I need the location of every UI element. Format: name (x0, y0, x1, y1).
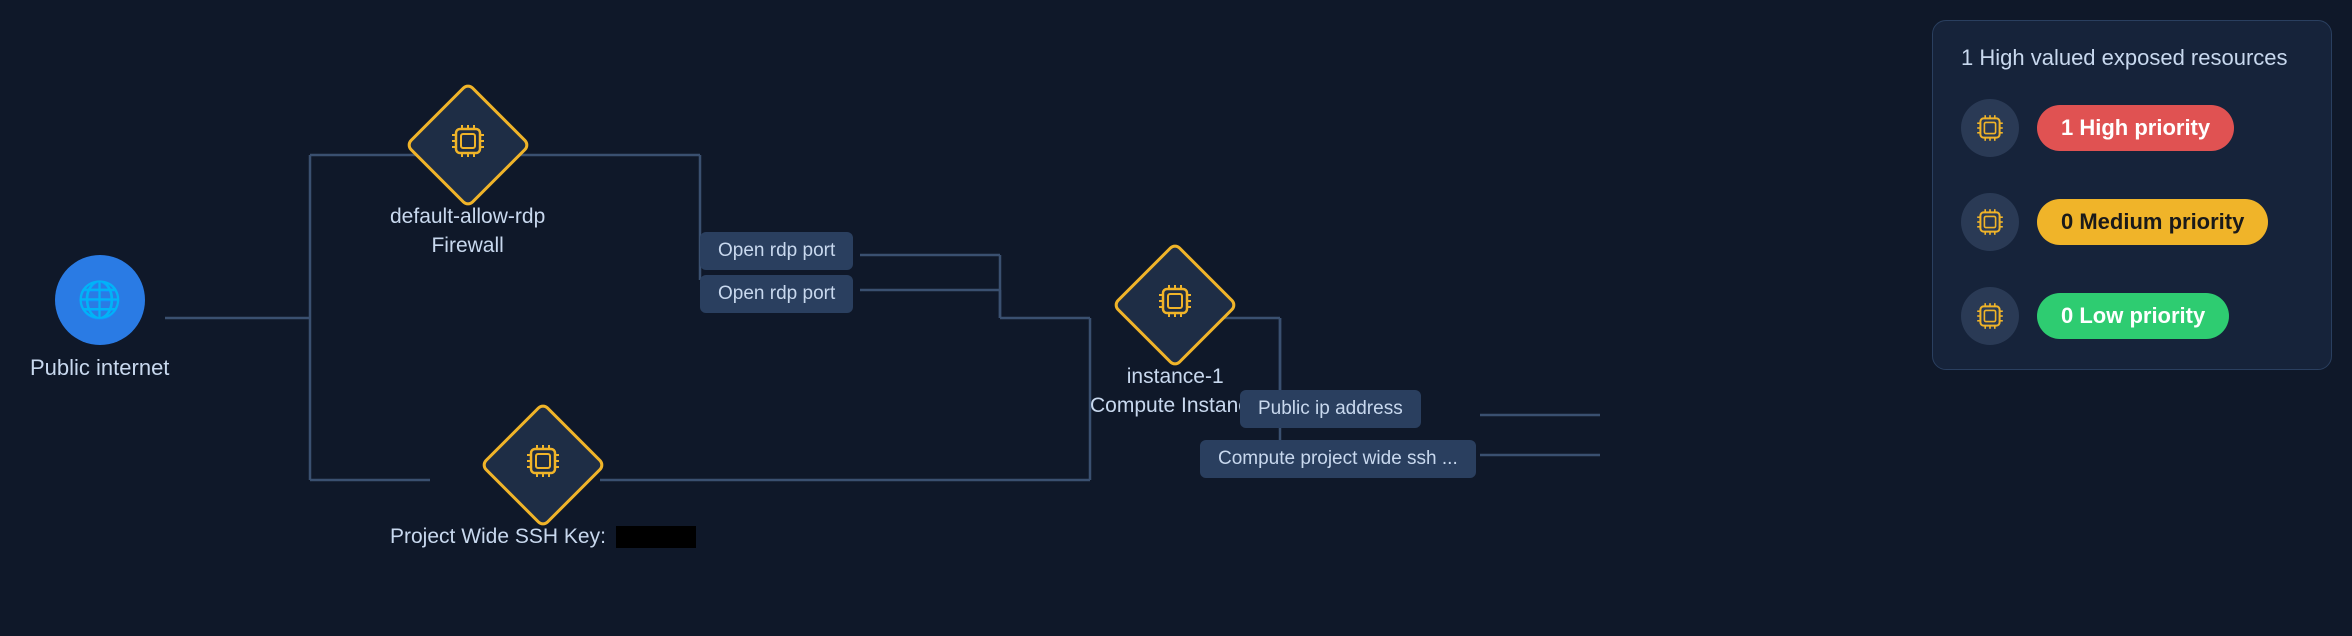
panel-row-high: 1 High priority (1961, 99, 2303, 157)
public-ip-tag: Public ip address (1240, 390, 1421, 428)
firewall-icon (448, 121, 488, 169)
redacted-value (616, 526, 696, 548)
ssh-key-node: Project Wide SSH Key: (390, 420, 696, 551)
rdp-tag-1: Open rdp port (700, 232, 853, 270)
public-internet-icon: 🌐 (55, 255, 145, 345)
medium-priority-badge: 0 Medium priority (2037, 199, 2268, 245)
right-panel: 1 High valued exposed resources 1 High p… (1932, 20, 2332, 370)
low-priority-badge: 0 Low priority (2037, 293, 2229, 339)
public-internet-node: 🌐 Public internet (30, 255, 169, 381)
public-internet-label: Public internet (30, 355, 169, 381)
instance-node: instance-1 Compute Instance (1090, 260, 1260, 421)
firewall-diamond (404, 81, 531, 208)
instance-diamond (1112, 241, 1239, 368)
panel-icon-medium (1961, 193, 2019, 251)
panel-icon-high (1961, 99, 2019, 157)
rdp-tag-2: Open rdp port (700, 275, 853, 313)
high-priority-badge: 1 High priority (2037, 105, 2234, 151)
panel-icon-low (1961, 287, 2019, 345)
panel-row-low: 0 Low priority (1961, 287, 2303, 345)
instance-icon (1155, 281, 1195, 329)
firewall-node: default-allow-rdp Firewall (390, 100, 545, 261)
panel-row-medium: 0 Medium priority (1961, 193, 2303, 251)
firewall-label: default-allow-rdp Firewall (390, 202, 545, 261)
main-container: 🌐 Public internet default-allow-rdp Fire… (0, 0, 2352, 636)
panel-title: 1 High valued exposed resources (1961, 45, 2303, 71)
ssh-key-icon (523, 441, 563, 489)
compute-ssh-tag: Compute project wide ssh ... (1200, 440, 1476, 478)
ssh-key-label: Project Wide SSH Key: (390, 522, 696, 551)
instance-label: instance-1 Compute Instance (1090, 362, 1260, 421)
ssh-key-diamond (479, 401, 606, 528)
